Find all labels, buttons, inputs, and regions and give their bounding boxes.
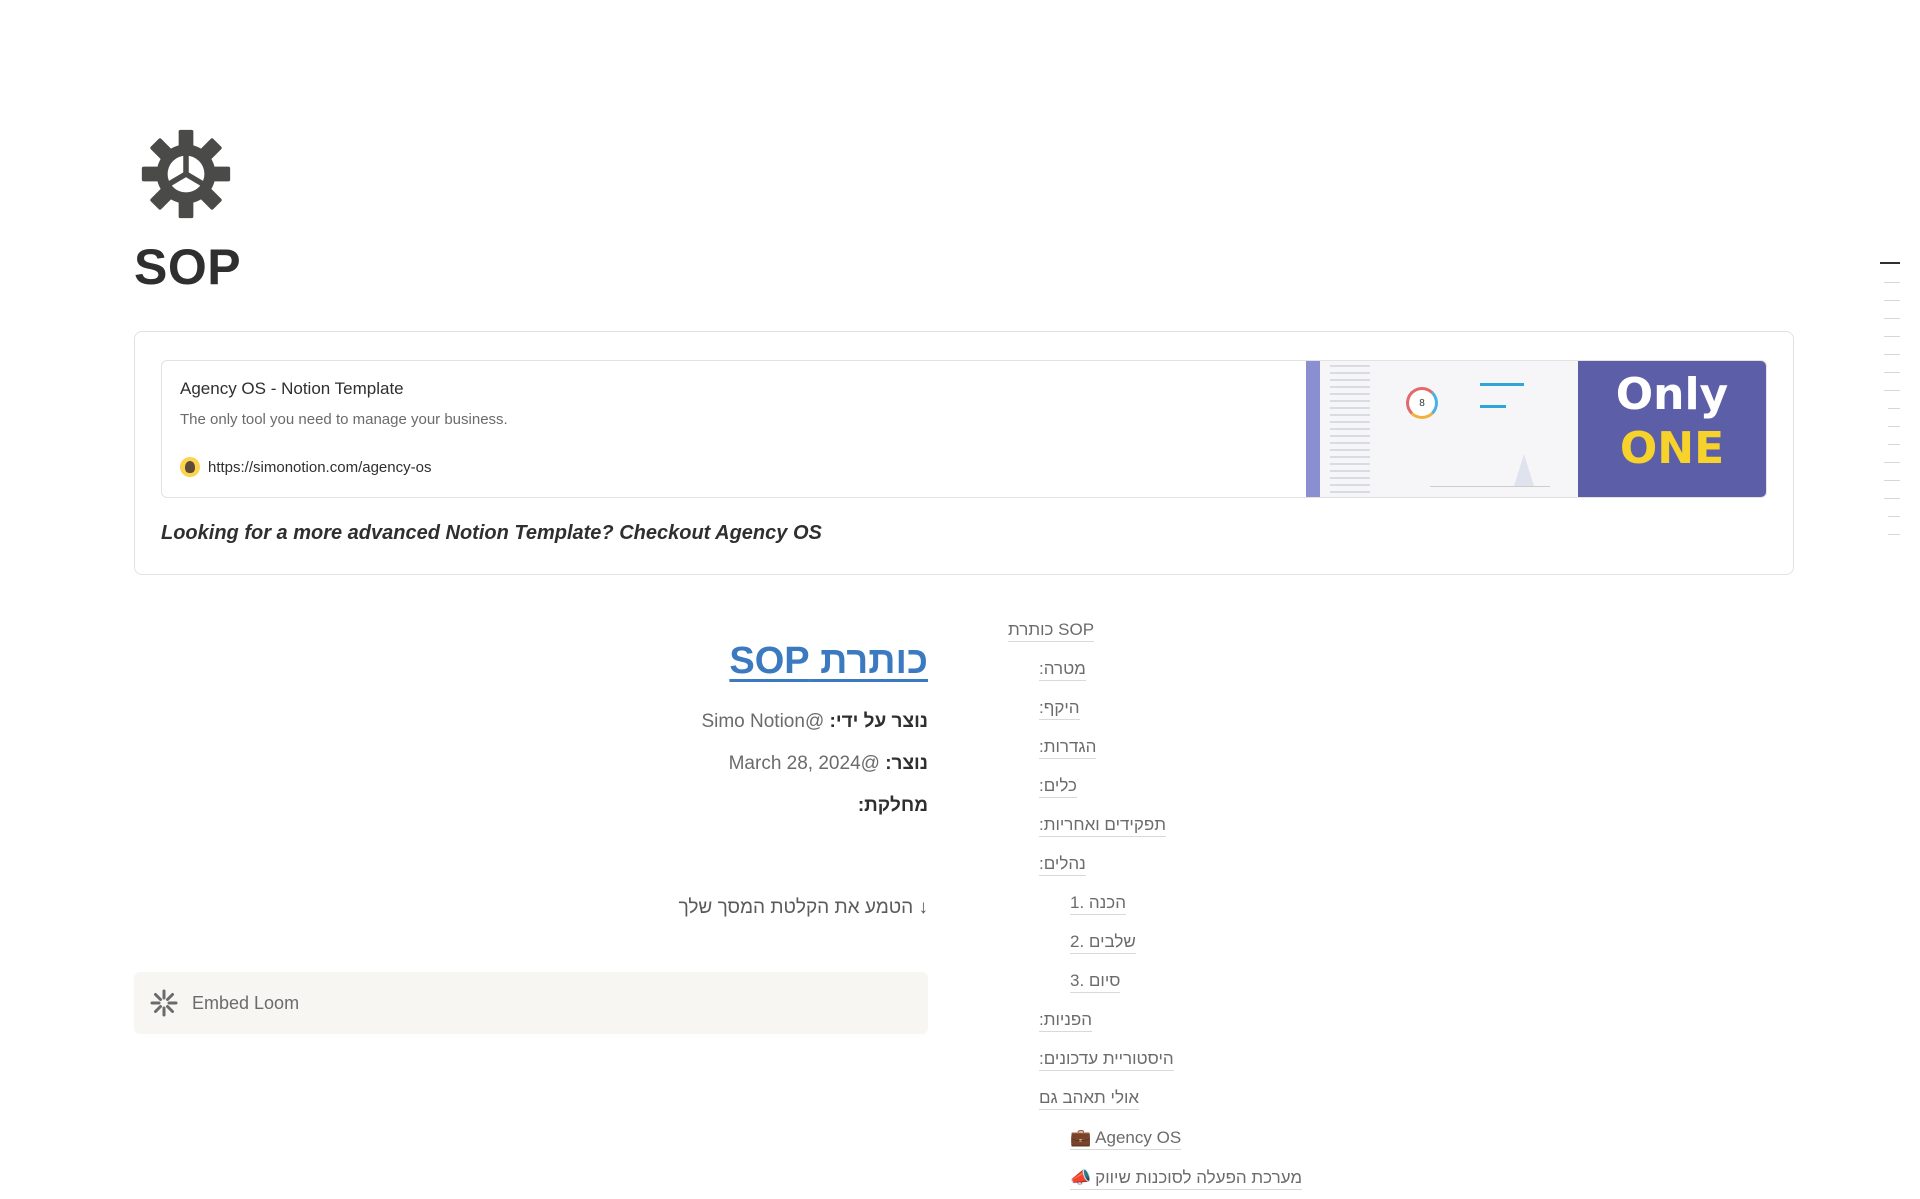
screenshot-sidebar <box>1330 365 1370 495</box>
screenshot-bar <box>1480 383 1524 386</box>
created-label: נוצר: <box>885 753 928 774</box>
outline-mark[interactable] <box>1884 498 1900 499</box>
document-column: כותרת SOP נוצר על ידי: @Simo Notion נוצר… <box>134 640 928 919</box>
outline-mark[interactable] <box>1888 534 1900 535</box>
promo-line-1: Only <box>1615 369 1729 420</box>
megaphone-icon: 📣 <box>1070 1168 1092 1187</box>
toc-item[interactable]: 1. הכנה <box>1070 893 1126 915</box>
outline-mark[interactable] <box>1884 390 1900 391</box>
toc-item[interactable]: כותרת SOP <box>1008 620 1095 642</box>
toc-item[interactable]: היסטוריית עדכונים: <box>1039 1049 1174 1071</box>
toc-item[interactable]: הפניות: <box>1039 1010 1093 1032</box>
sop-heading-link[interactable]: כותרת SOP <box>134 640 928 683</box>
screenshot-chart <box>1430 447 1550 487</box>
toc-item[interactable]: 2. שלבים <box>1070 932 1136 954</box>
toc-item[interactable]: 💼 Agency OS <box>1070 1128 1182 1150</box>
department-label: מחלקת: <box>857 795 928 816</box>
outline-mark[interactable] <box>1884 354 1900 355</box>
toc-item[interactable]: מטרה: <box>1039 659 1086 681</box>
outline-mark[interactable] <box>1888 444 1900 445</box>
toc-item[interactable]: אולי תאהב גם <box>1039 1088 1140 1110</box>
page-title[interactable]: SOP <box>134 238 241 296</box>
bookmark-cover-image: 8 Only ONE <box>1306 361 1766 497</box>
created-by-label: נוצר על ידי: <box>829 711 928 732</box>
department-line: מחלקת: <box>134 795 928 817</box>
created-date-mention[interactable]: @March 28, 2024 <box>729 753 880 774</box>
bookmark-url: https://simonotion.com/agency-os <box>208 458 432 476</box>
toc-item[interactable]: נהלים: <box>1039 854 1086 876</box>
gear-icon[interactable] <box>140 128 232 220</box>
toc-item[interactable]: כלים: <box>1039 776 1077 798</box>
outline-mark[interactable] <box>1884 336 1900 337</box>
outline-mark[interactable] <box>1888 408 1900 409</box>
toc-item[interactable]: 📣 מערכת הפעלה לסוכנות שיווק <box>1070 1168 1303 1190</box>
outline-mark[interactable] <box>1888 426 1900 427</box>
bookmark-title: Agency OS - Notion Template <box>180 379 404 398</box>
embed-hint: ↓ הטמע את הקלטת המסך שלך <box>678 897 928 918</box>
toc-item[interactable]: הגדרות: <box>1039 737 1097 759</box>
briefcase-icon: 💼 <box>1070 1128 1092 1147</box>
embed-loom-label: Embed Loom <box>192 992 300 1013</box>
callout-block: Agency OS - Notion Template The only too… <box>134 331 1794 575</box>
created-by-mention[interactable]: @Simo Notion <box>701 711 824 732</box>
screenshot-bar <box>1480 405 1506 408</box>
embed-loom-block[interactable]: Embed Loom <box>134 972 928 1034</box>
toc-item[interactable]: תפקידים ואחריות: <box>1039 815 1166 837</box>
toc-item[interactable]: 3. סיום <box>1070 971 1121 993</box>
bookmark-card[interactable]: Agency OS - Notion Template The only too… <box>161 360 1767 498</box>
outline-mark[interactable] <box>1884 282 1900 283</box>
promo-line-2: ONE <box>1619 423 1725 475</box>
loom-icon <box>150 989 178 1017</box>
outline-mark[interactable] <box>1884 372 1900 373</box>
outline-mark-active[interactable] <box>1880 262 1900 264</box>
outline-mark[interactable] <box>1884 480 1900 481</box>
screenshot-ring-chart: 8 <box>1406 387 1438 419</box>
bookmark-description: The only tool you need to manage your bu… <box>180 411 508 428</box>
created-by-line: נוצר על ידי: @Simo Notion <box>134 711 928 733</box>
promo-banner: Only ONE <box>1578 361 1766 497</box>
bookmark-text: Agency OS - Notion Template The only too… <box>162 361 1306 497</box>
toc-item[interactable]: היקף: <box>1039 698 1080 720</box>
outline-mark[interactable] <box>1884 300 1900 301</box>
bookmark-url-row: https://simonotion.com/agency-os <box>180 457 431 477</box>
outline-mark[interactable] <box>1888 516 1900 517</box>
dashboard-screenshot: 8 <box>1306 361 1578 497</box>
created-date-line: נוצר: @March 28, 2024 <box>134 753 928 775</box>
outline-mark[interactable] <box>1884 462 1900 463</box>
outline-mark[interactable] <box>1884 318 1900 319</box>
avatar-favicon-icon <box>180 457 200 477</box>
callout-text[interactable]: Looking for a more advanced Notion Templ… <box>161 522 822 545</box>
